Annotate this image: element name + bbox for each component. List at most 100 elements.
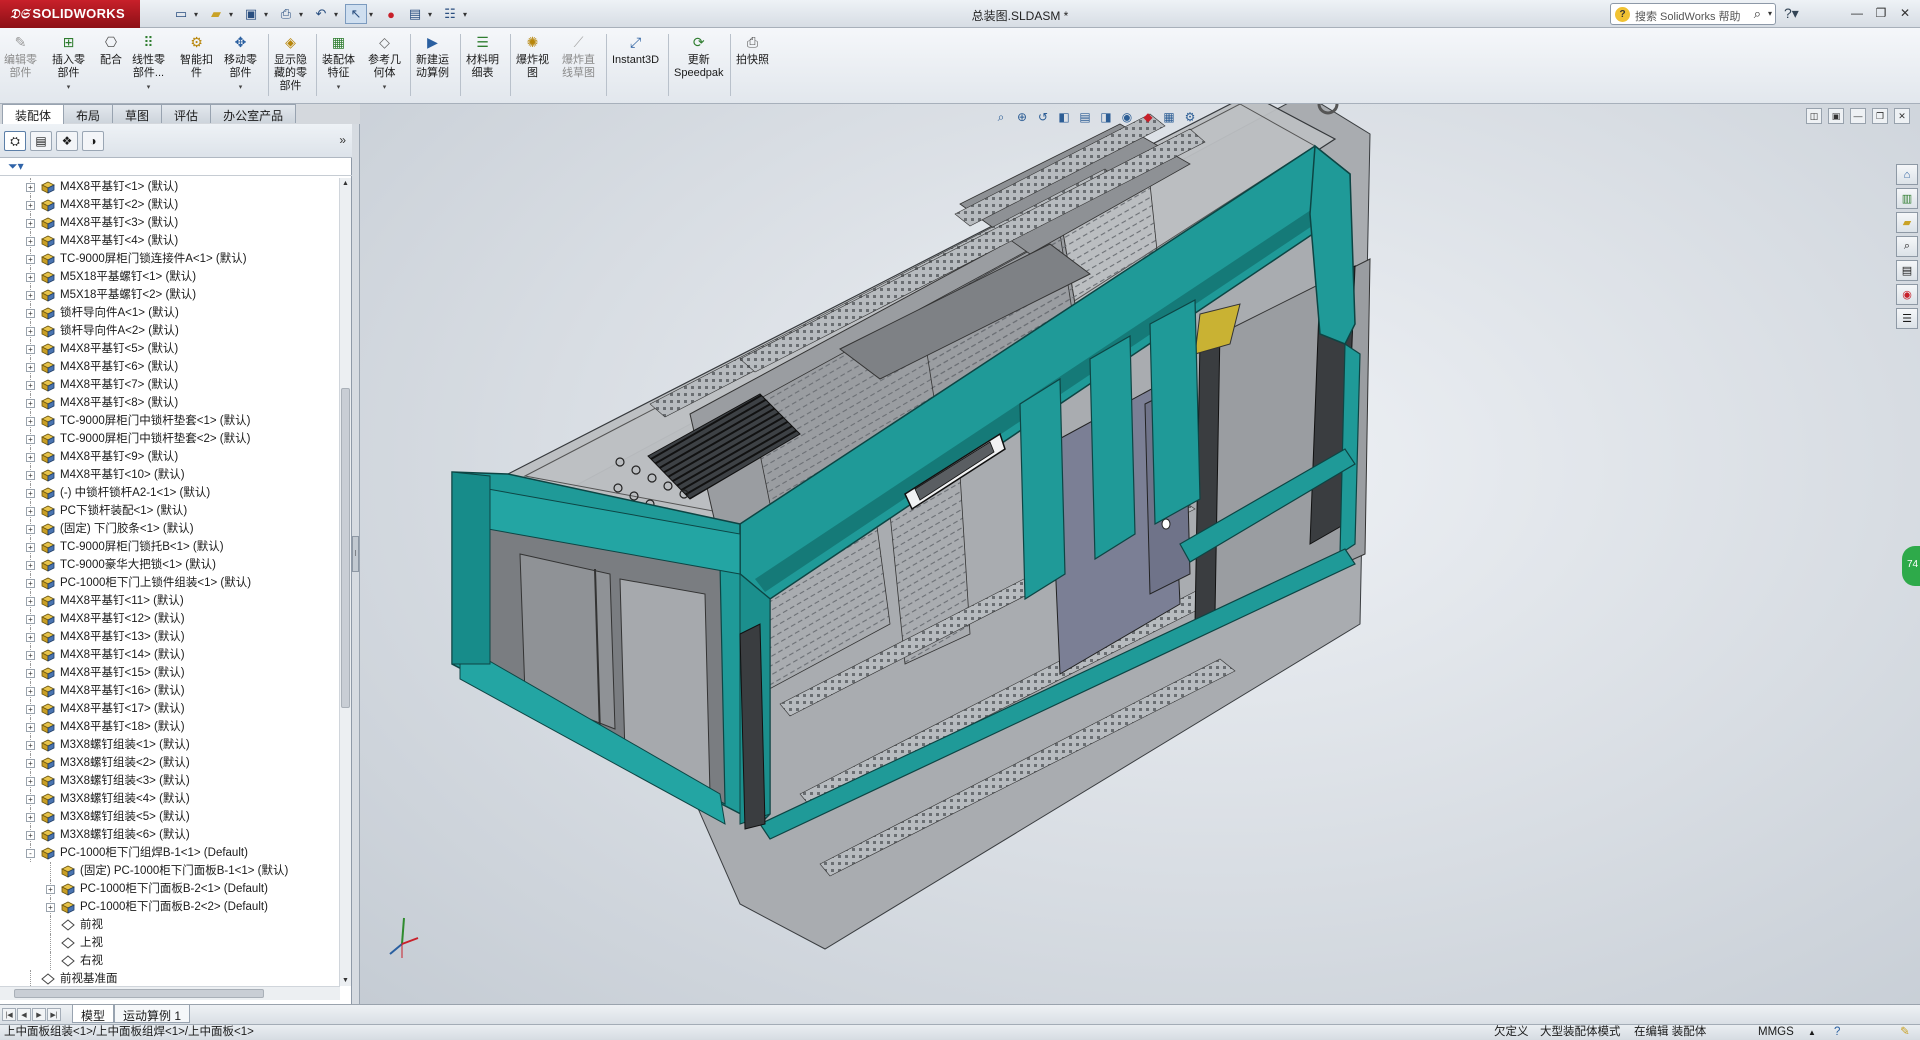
minimize-icon[interactable]: — [1846,4,1868,22]
expand-node-icon[interactable]: + [26,543,35,552]
tree-item[interactable]: 右视 [0,952,340,970]
tree-item[interactable]: + TC-9000豪华大把锁<1> (默认) [0,556,340,574]
tree-item[interactable]: + M5X18平基螺钉<2> (默认) [0,286,340,304]
file-explorer-icon[interactable]: ▰ [1896,212,1918,233]
tree-item[interactable]: + 锁杆导向件A<2> (默认) [0,322,340,340]
tree-item[interactable]: + M4X8平基钉<15> (默认) [0,664,340,682]
expand-node-icon[interactable]: + [26,381,35,390]
expand-node-icon[interactable]: + [26,345,35,354]
tree-item[interactable]: + M4X8平基钉<11> (默认) [0,592,340,610]
tree-item[interactable]: + PC下锁杆装配<1> (默认) [0,502,340,520]
update-speedpak-button[interactable]: ⟳ 更新 Speedpak [674,32,724,80]
notification-badge[interactable]: 74 [1902,546,1920,586]
expand-node-icon[interactable]: + [26,741,35,750]
next-tab-icon[interactable]: ▶ [32,1008,46,1021]
show-hidden-components-button[interactable]: ◈ 显示隐 藏的零 部件 [274,32,307,93]
tab-office-products[interactable]: 办公室产品 [210,104,297,123]
tree-item[interactable]: 前视基准面 [0,970,340,986]
cabinet-3d-model[interactable] [360,104,1920,1004]
expand-node-icon[interactable]: + [26,615,35,624]
tree-item[interactable]: + M4X8平基钉<8> (默认) [0,394,340,412]
expand-node-icon[interactable]: + [26,183,35,192]
prev-tab-icon[interactable]: ◀ [17,1008,31,1021]
tab-evaluate[interactable]: 评估 [161,104,212,123]
tree-item[interactable]: 上视 [0,934,340,952]
expand-node-icon[interactable]: + [26,219,35,228]
tree-item[interactable]: + M4X8平基钉<17> (默认) [0,700,340,718]
help-search-input[interactable]: ? 搜索 SolidWorks 帮助 ⌕ ▾ [1610,3,1776,25]
tree-item[interactable]: + M4X8平基钉<4> (默认) [0,232,340,250]
tree-item[interactable]: + TC-9000屏柜门中锁杆垫套<1> (默认) [0,412,340,430]
expand-node-icon[interactable]: + [46,885,55,894]
graphics-area[interactable]: ⌕ ⊕ ↺ ◧ ▤ ◨ ◉ ◆ ▦ ⚙ ◫ ▣ — ❐ ✕ ⌂ ▥ ▰ ⌕ ▤ … [360,104,1920,1004]
tree-item[interactable]: + M4X8平基钉<6> (默认) [0,358,340,376]
expand-node-icon[interactable]: + [26,507,35,516]
close-icon[interactable]: ✕ [1894,4,1916,22]
tree-item[interactable]: + M4X8平基钉<5> (默认) [0,340,340,358]
status-notification-icon[interactable]: ✎ [1900,1025,1910,1040]
viewport-close-icon[interactable]: ✕ [1894,108,1910,124]
tree-item[interactable]: + M3X8螺钉组装<1> (默认) [0,736,340,754]
tree-item[interactable]: + M3X8螺钉组装<4> (默认) [0,790,340,808]
exploded-view-button[interactable]: ✺ 爆炸视 图 [516,32,549,80]
print-dropdown-icon[interactable]: ▾ [299,4,308,24]
expand-node-icon[interactable]: + [26,651,35,660]
tree-item[interactable]: + PC-1000柜下门面板B-2<2> (Default) [0,898,340,916]
expand-node-icon[interactable]: + [26,417,35,426]
tree-item[interactable]: + M3X8螺钉组装<6> (默认) [0,826,340,844]
instant3d-button[interactable]: ⤢ Instant3D [612,32,659,67]
edit-component-button[interactable]: ✎ 编辑零 部件 [4,32,37,80]
quick-tips-icon[interactable]: ? [1834,1025,1840,1040]
select-pointer-icon[interactable]: ↖ [345,4,367,24]
search-results-icon[interactable]: ⌕ [1896,236,1918,257]
zoom-to-fit-icon[interactable]: ⌕ [992,108,1010,126]
reference-geometry-button[interactable]: ◇ 参考几 何体 ▾ [368,32,401,94]
save-icon[interactable]: ▣ [240,4,262,24]
tree-item[interactable]: + M4X8平基钉<1> (默认) [0,178,340,196]
reference-geometry-dropdown-icon[interactable]: ▾ [383,81,387,94]
view-orientation-icon[interactable]: ▤ [1076,108,1094,126]
new-dropdown-icon[interactable]: ▾ [194,4,203,24]
options-dropdown-icon[interactable]: ▾ [463,4,472,24]
expand-node-icon[interactable]: + [26,579,35,588]
tree-item[interactable]: + M5X18平基螺钉<1> (默认) [0,268,340,286]
expand-node-icon[interactable]: + [26,273,35,282]
linear-pattern-dropdown-icon[interactable]: ▾ [147,81,151,94]
expand-node-icon[interactable]: + [26,489,35,498]
take-snapshot-button[interactable]: ⎙ 拍快照 [736,32,769,67]
expand-node-icon[interactable]: + [26,759,35,768]
previous-view-icon[interactable]: ↺ [1034,108,1052,126]
tab-sketch[interactable]: 草图 [112,104,163,123]
expand-node-icon[interactable]: + [26,705,35,714]
splitter-grip-icon[interactable]: ⁝ [352,536,359,572]
viewport-minimize-icon[interactable]: — [1850,108,1866,124]
edit-appearance-icon[interactable]: ◆ [1139,108,1157,126]
linear-pattern-button[interactable]: ⠿ 线性零 部件... ▾ [132,32,165,94]
tree-item[interactable]: + M4X8平基钉<14> (默认) [0,646,340,664]
print-icon[interactable]: ⎙ [275,4,297,24]
new-motion-study-button[interactable]: ▶ 新建运 动算例 [416,32,449,80]
explode-line-sketch-button[interactable]: ⟋ 爆炸直 线草图 [562,32,595,80]
first-tab-icon[interactable]: |◀ [2,1008,16,1021]
select-dropdown-icon[interactable]: ▾ [369,4,378,24]
tree-item[interactable]: + M4X8平基钉<10> (默认) [0,466,340,484]
expand-node-icon[interactable]: + [26,471,35,480]
expand-node-icon[interactable]: + [26,561,35,570]
tree-item[interactable]: + M4X8平基钉<12> (默认) [0,610,340,628]
tree-item[interactable]: - PC-1000柜下门组焊B-1<1> (Default) [0,844,340,862]
design-library-icon[interactable]: ▥ [1896,188,1918,209]
expand-node-icon[interactable]: + [46,903,55,912]
bill-of-materials-button[interactable]: ☰ 材料明 细表 [466,32,499,80]
hide-show-items-icon[interactable]: ◉ [1118,108,1136,126]
solidworks-logo[interactable]: 𝔇𝔖 SOLIDWORKS [0,0,140,28]
expand-node-icon[interactable]: + [26,237,35,246]
expand-node-icon[interactable]: + [26,363,35,372]
tree-item[interactable]: + M3X8螺钉组装<2> (默认) [0,754,340,772]
last-tab-icon[interactable]: ▶| [47,1008,61,1021]
collapse-node-icon[interactable]: - [26,849,35,858]
view-palette-icon[interactable]: ▤ [1896,260,1918,281]
apply-scene-icon[interactable]: ▦ [1160,108,1178,126]
undo-icon[interactable]: ↶ [310,4,332,24]
move-component-button[interactable]: ✥ 移动零 部件 ▾ [224,32,257,94]
properties-dropdown-icon[interactable]: ▾ [428,4,437,24]
